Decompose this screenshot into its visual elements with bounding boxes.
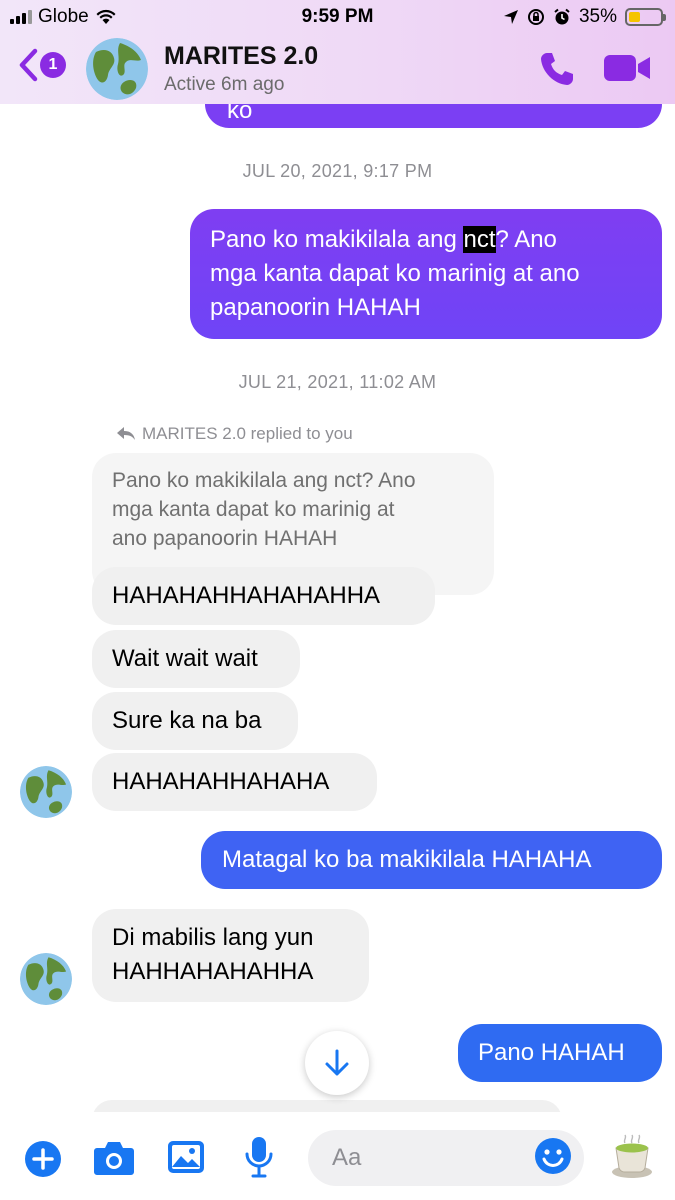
message-line: Pano ko makikilala ang nct? Ano — [210, 226, 557, 253]
message-text: HAHAHAHHAHAHAHHA — [112, 582, 381, 609]
reply-arrow-icon — [117, 427, 135, 440]
more-actions-button[interactable] — [24, 1140, 62, 1183]
voice-call-button[interactable] — [538, 50, 576, 93]
message-bubble-outgoing[interactable]: Pano ko makikilala ang nct? Ano mga kant… — [190, 209, 662, 339]
location-icon — [503, 10, 518, 24]
phone-icon — [541, 53, 573, 85]
back-icon — [19, 48, 38, 82]
message-bubble-incoming[interactable]: Sure ka na ba — [92, 692, 298, 750]
contact-avatar[interactable] — [86, 38, 148, 100]
contact-name[interactable]: MARITES 2.0 — [164, 42, 318, 71]
message-bubble-outgoing[interactable]: Matagal ko ba makikilala HAHAHA — [201, 831, 662, 889]
emoji-button[interactable] — [534, 1137, 572, 1180]
timestamp: JUL 21, 2021, 11:02 AM — [238, 372, 437, 392]
timestamp: JUL 20, 2021, 9:17 PM — [242, 161, 433, 181]
message-bubble-incoming[interactable]: Wait wait wait — [92, 630, 300, 688]
rotation-lock-icon — [527, 9, 544, 25]
emoji-icon — [535, 1138, 571, 1174]
gallery-icon — [168, 1141, 204, 1173]
quote-line: mga kanta dapat ko marinig at — [112, 498, 395, 521]
highlighted-text: nct — [463, 226, 496, 253]
tea-icon — [612, 1134, 652, 1178]
video-icon — [604, 55, 650, 81]
message-text: Pano HAHAH — [478, 1039, 625, 1066]
sender-avatar[interactable] — [20, 953, 72, 1005]
alarm-icon — [554, 8, 570, 25]
sender-avatar[interactable] — [20, 766, 72, 818]
reply-label: MARITES 2.0 replied to you — [116, 424, 353, 444]
unread-badge: 1 — [40, 52, 66, 78]
chat-header: Globe 9:59 PM 35% 1 MARITES 2.0 Active 6… — [0, 0, 675, 104]
message-line: mga kanta dapat ko marinig at ano — [210, 260, 580, 287]
message-bubble-incoming[interactable]: HAHAHAHHAHAHAHHA — [92, 567, 435, 625]
battery-icon — [625, 8, 666, 26]
camera-icon — [94, 1142, 134, 1175]
quote-line: Pano ko makikilala ang nct? Ano — [112, 469, 416, 492]
contact-status: Active 6m ago — [164, 74, 285, 95]
plus-icon — [25, 1141, 61, 1177]
status-bar: Globe 9:59 PM 35% — [0, 0, 675, 34]
scroll-to-bottom-button[interactable] — [305, 1031, 369, 1095]
quote-line: ano papanoorin HAHAH — [112, 527, 338, 550]
message-line: Di mabilis lang yun — [112, 924, 314, 951]
message-line: HAHHAHAHAHHA — [112, 958, 314, 985]
status-indicators: 35% — [503, 6, 666, 28]
camera-button[interactable] — [93, 1140, 135, 1181]
earth-avatar — [86, 38, 148, 100]
message-text: Sure ka na ba — [112, 707, 262, 734]
video-call-button[interactable] — [603, 52, 651, 89]
message-bubble-outgoing[interactable]: Pano HAHAH — [458, 1024, 662, 1082]
message-line: papanoorin HAHAH — [210, 294, 421, 321]
message-text: Matagal ko ba makikilala HAHAHA — [222, 846, 592, 873]
mic-icon — [245, 1137, 273, 1178]
arrow-down-icon — [325, 1049, 349, 1076]
message-text: Wait wait wait — [112, 645, 258, 672]
battery-percent: 35% — [578, 6, 617, 27]
gallery-button[interactable] — [167, 1138, 205, 1181]
earth-avatar — [20, 953, 72, 1005]
quick-reaction-button[interactable] — [608, 1134, 656, 1185]
voice-message-button[interactable] — [244, 1136, 274, 1183]
message-bubble-incoming[interactable]: Di mabilis lang yun HAHHAHAHAHHA — [92, 909, 369, 1002]
message-bubble-incoming[interactable]: HAHAHAHHAHAHA — [92, 753, 377, 811]
message-text: HAHAHAHHAHAHA — [112, 768, 330, 795]
back-button[interactable]: 1 — [18, 48, 66, 82]
earth-avatar — [20, 766, 72, 818]
